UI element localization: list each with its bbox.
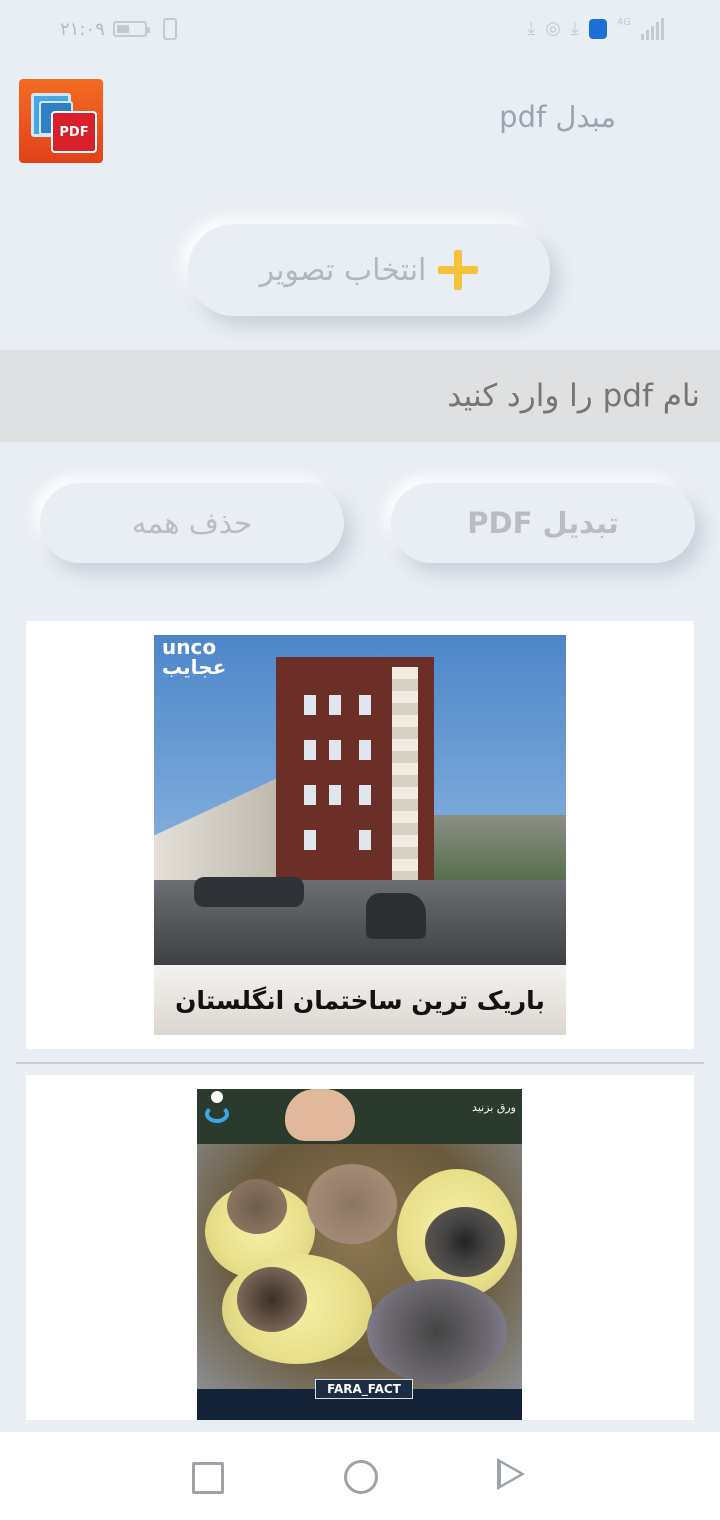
battery-icon [112, 21, 150, 37]
vibrate-icon [162, 18, 177, 40]
navigation-bar [0, 1432, 720, 1520]
shield-icon [588, 19, 607, 39]
plus-icon [438, 250, 479, 290]
pdf-name-input[interactable] [20, 350, 700, 442]
delete-all-button[interactable]: حذف همه [40, 483, 344, 563]
image-tag: FARA_FACT [315, 1379, 413, 1399]
channel-logo [203, 1091, 233, 1125]
delete-all-label: حذف همه [131, 506, 253, 540]
divider [16, 1062, 704, 1064]
network-type: 4G [616, 17, 631, 28]
image-card[interactable]: ورق بزنید FARA_FACT [26, 1075, 694, 1420]
home-icon[interactable] [344, 1460, 378, 1494]
status-bar: ۲۱:۰۹ ⤓ ◎ ⤓ 4G [0, 0, 720, 60]
pdf-icon: PDF [51, 111, 97, 153]
status-right: ⤓ ◎ ⤓ 4G [527, 18, 664, 40]
app-logo: PDF [19, 79, 103, 163]
convert-pdf-button[interactable]: تبدیل PDF [391, 483, 695, 563]
signal-icon [641, 18, 664, 40]
whatsapp-icon: ◎ [545, 18, 561, 39]
recents-icon[interactable] [192, 1462, 224, 1494]
back-icon[interactable] [497, 1458, 525, 1490]
watermark-logo: unco عجایب [162, 635, 227, 679]
image-thumbnail: ورق بزنید FARA_FACT [197, 1089, 522, 1420]
status-time: ۲۱:۰۹ [60, 18, 105, 40]
pdf-name-bar [0, 350, 720, 442]
page-title: مبدل pdf [499, 100, 616, 134]
image-caption: باریک ترین ساختمان انگلستان [154, 965, 566, 1035]
image-card[interactable]: unco عجایب باریک ترین ساختمان انگلستان [26, 621, 694, 1049]
status-left: ۲۱:۰۹ [60, 18, 177, 40]
image-thumbnail: unco عجایب باریک ترین ساختمان انگلستان [154, 635, 566, 1035]
select-image-label: انتخاب تصویر [259, 252, 427, 288]
select-image-button[interactable]: انتخاب تصویر [188, 224, 550, 316]
channel-label: ورق بزنید [472, 1101, 516, 1114]
download-icon: ⤓ [570, 18, 579, 39]
download-icon: ⤓ [527, 18, 536, 39]
scooter [366, 893, 426, 939]
convert-pdf-label: تبدیل PDF [467, 506, 619, 540]
